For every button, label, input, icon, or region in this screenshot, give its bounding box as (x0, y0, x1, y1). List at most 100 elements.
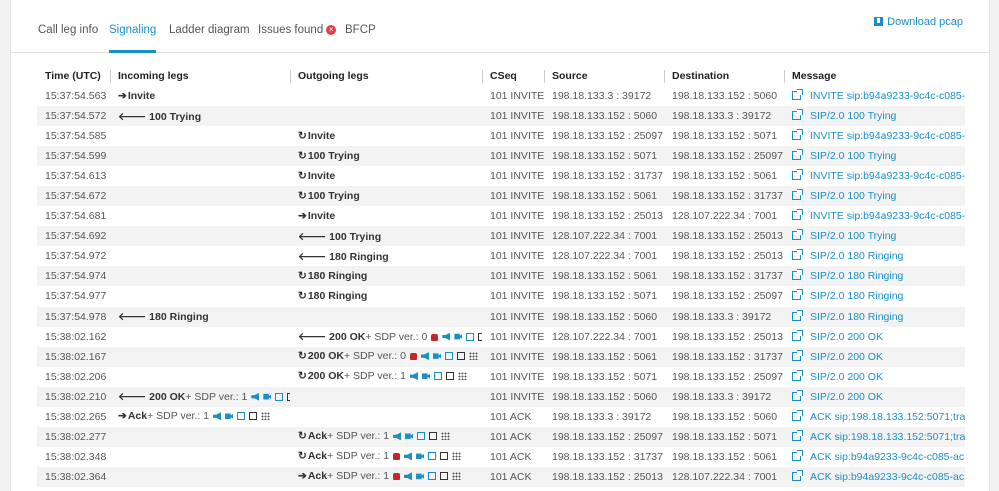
out-leg-message: Invite (298, 170, 335, 182)
tab-bfcp[interactable]: BFCP (345, 24, 376, 53)
message-link[interactable]: SIP/2.0 200 OK (810, 351, 883, 363)
message-link[interactable]: SIP/2.0 180 Ringing (810, 311, 903, 323)
table-row[interactable]: 15:37:54.585 Invite 101 INVITE 198.18.133.1… (37, 126, 965, 146)
out-leg-message: 180 Ringing (298, 290, 367, 302)
open-external-icon[interactable] (792, 249, 803, 261)
cell-cseq: 101 INVITE (490, 130, 544, 143)
table-row[interactable]: 15:37:54.974180 Ringing101 INVITE198.18.… (37, 266, 965, 287)
message-link[interactable]: ACK sip:b94a9233-9c4c-c085-ac (810, 471, 964, 483)
cell-incoming-leg: Invite (110, 86, 290, 106)
open-external-icon[interactable] (792, 309, 803, 321)
screen-share-icon (433, 372, 442, 381)
message-link[interactable]: INVITE sip:b94a9233-9c4c-c085-a (810, 170, 965, 182)
table-row[interactable]: 15:38:02.162 200 OK+ SDP ver.: 0 101 INVIT… (37, 327, 965, 347)
open-external-icon[interactable] (792, 129, 803, 141)
table-row[interactable]: 15:38:02.210200 OK+ SDP ver.: 1101 INVIT… (37, 386, 965, 407)
table-row[interactable]: 15:38:02.277Ack+ SDP ver.: 1101 ACK198.1… (37, 426, 965, 447)
table-row[interactable]: 15:37:54.563 Invite 101 INVITE 198.18.133.3… (37, 86, 965, 106)
message-link[interactable]: ACK sip:198.18.133.152:5071;tran (810, 411, 965, 423)
col-header-destination[interactable]: Destination (664, 66, 784, 86)
in-leg-label: Invite (127, 90, 156, 103)
open-external-icon[interactable] (792, 189, 803, 201)
cell-outgoing-leg: Ack+ SDP ver.: 1 (290, 447, 482, 467)
cell-cseq: 101 INVITE (490, 170, 544, 183)
col-header-source[interactable]: Source (544, 66, 664, 86)
message-link[interactable]: SIP/2.0 180 Ringing (810, 270, 903, 282)
message-link[interactable]: ACK sip:198.18.133.152:5071;tran (810, 431, 965, 443)
cell-source: 128.107.222.34 : 7001 (552, 330, 658, 343)
message-link[interactable]: INVITE sip:b94a9233-9c4c-c085-a (810, 130, 965, 142)
message-link[interactable]: INVITE sip:b94a9233-9c4c-c085-a (810, 210, 965, 222)
open-external-icon[interactable] (792, 289, 803, 301)
out-leg-label: Ack (307, 450, 328, 463)
cell-outgoing-leg: 180 Ringing (290, 266, 482, 287)
open-external-icon[interactable] (792, 429, 803, 441)
cell-destination: 198.18.133.152 : 25097 (672, 370, 783, 383)
signaling-table-container[interactable]: Time (UTC) Incoming legs Outgoing legs C… (37, 66, 965, 491)
message-link[interactable]: SIP/2.0 180 Ringing (810, 250, 903, 262)
table-row[interactable]: 15:37:54.681 Invite 101 INVITE 198.18.133.1… (37, 206, 965, 226)
table-row[interactable]: 15:38:02.206 200 OK+ SDP ver.: 1 101 INVIT… (37, 367, 965, 387)
col-header-message[interactable]: Message (784, 66, 965, 86)
tab-call-leg-info[interactable]: Call leg info (38, 24, 98, 53)
table-row[interactable]: 15:38:02.348 Ack+ SDP ver.: 1 101 ACK 198.1… (37, 447, 965, 467)
content-share-icon (456, 352, 465, 361)
message-link[interactable]: ACK sip:b94a9233-9c4c-c085-ac (810, 451, 964, 463)
message-link[interactable]: SIP/2.0 200 OK (810, 371, 883, 383)
open-external-icon[interactable] (792, 389, 803, 401)
table-row[interactable]: 15:37:54.613 Invite 101 INVITE 198.18.133.1… (37, 166, 965, 186)
message-link[interactable]: SIP/2.0 100 Trying (810, 190, 896, 202)
col-header-outgoing-legs[interactable]: Outgoing legs (290, 66, 482, 86)
cell-source: 198.18.133.152 : 25013 (544, 466, 664, 487)
open-external-icon[interactable] (792, 349, 803, 361)
col-header-time[interactable]: Time (UTC) (37, 66, 110, 86)
message-link[interactable]: SIP/2.0 100 Trying (810, 150, 896, 162)
table-row[interactable]: 15:38:02.364Ack+ SDP ver.: 1101 ACK198.1… (37, 466, 965, 487)
table-row[interactable]: 15:37:54.672100 Trying101 INVITE198.18.1… (37, 186, 965, 207)
col-header-cseq[interactable]: CSeq (482, 66, 544, 86)
table-row[interactable]: 15:37:54.599100 Trying101 INVITE198.18.1… (37, 146, 965, 167)
table-row[interactable]: 15:37:54.692 100 Trying 101 INVITE128.107.… (37, 226, 965, 247)
table-row[interactable]: 15:38:02.167200 OK+ SDP ver.: 0101 INVIT… (37, 346, 965, 367)
open-external-icon[interactable] (792, 149, 803, 161)
open-external-icon[interactable] (792, 109, 803, 121)
open-external-icon[interactable] (792, 209, 803, 221)
open-external-icon[interactable] (792, 329, 803, 341)
table-row[interactable]: 15:37:54.977 180 Ringing 101 INVITE 198.18.… (37, 286, 965, 306)
video-icon (405, 433, 414, 440)
tab-ladder-diagram[interactable]: Ladder diagram (169, 24, 250, 53)
download-icon (874, 17, 884, 26)
download-pcap-label: Download pcap (887, 16, 963, 28)
cell-time: 15:37:54.613 (45, 170, 107, 183)
tab-signaling[interactable]: Signaling (109, 24, 157, 53)
in-leg-message: Ack (118, 410, 147, 422)
table-row[interactable]: 15:38:02.265Ack+ SDP ver.: 1101 ACK198.1… (37, 407, 965, 427)
screen-share-icon (444, 352, 453, 361)
open-external-icon[interactable] (792, 229, 803, 241)
message-link[interactable]: SIP/2.0 200 OK (810, 331, 883, 343)
col-header-incoming-legs[interactable]: Incoming legs (110, 66, 290, 86)
table-row[interactable]: 15:37:54.572100 Trying101 INVITE198.18.1… (37, 106, 965, 127)
message-link[interactable]: SIP/2.0 100 Trying (810, 230, 896, 242)
message-link[interactable]: SIP/2.0 180 Ringing (810, 290, 903, 302)
in-leg-message: 180 Ringing (118, 311, 209, 323)
message-link[interactable]: SIP/2.0 100 Trying (810, 110, 896, 122)
cell-outgoing-leg: Ack+ SDP ver.: 1 (290, 466, 482, 487)
open-external-icon[interactable] (792, 469, 803, 481)
open-external-icon[interactable] (792, 449, 803, 461)
open-external-icon[interactable] (792, 409, 803, 421)
table-row[interactable]: 15:37:54.972 180 Ringing 101 INVITE 128.107… (37, 246, 965, 266)
open-external-icon[interactable] (792, 89, 803, 101)
cell-incoming-leg (110, 266, 290, 287)
cell-cseq: 101 INVITE (490, 330, 544, 343)
message-link[interactable]: INVITE sip:b94a9233-9c4c-c085-a (810, 90, 965, 102)
cell-time: 15:38:02.162 (45, 330, 107, 343)
cell-message: SIP/2.0 200 OK (784, 346, 965, 367)
message-link[interactable]: SIP/2.0 200 OK (810, 391, 883, 403)
table-row[interactable]: 15:37:54.978180 Ringing101 INVITE198.18.… (37, 306, 965, 327)
open-external-icon[interactable] (792, 169, 803, 181)
open-external-icon[interactable] (792, 269, 803, 281)
tab-issues-found[interactable]: Issues found × (258, 24, 337, 53)
open-external-icon[interactable] (792, 369, 803, 381)
download-pcap-link[interactable]: Download pcap (874, 16, 963, 28)
